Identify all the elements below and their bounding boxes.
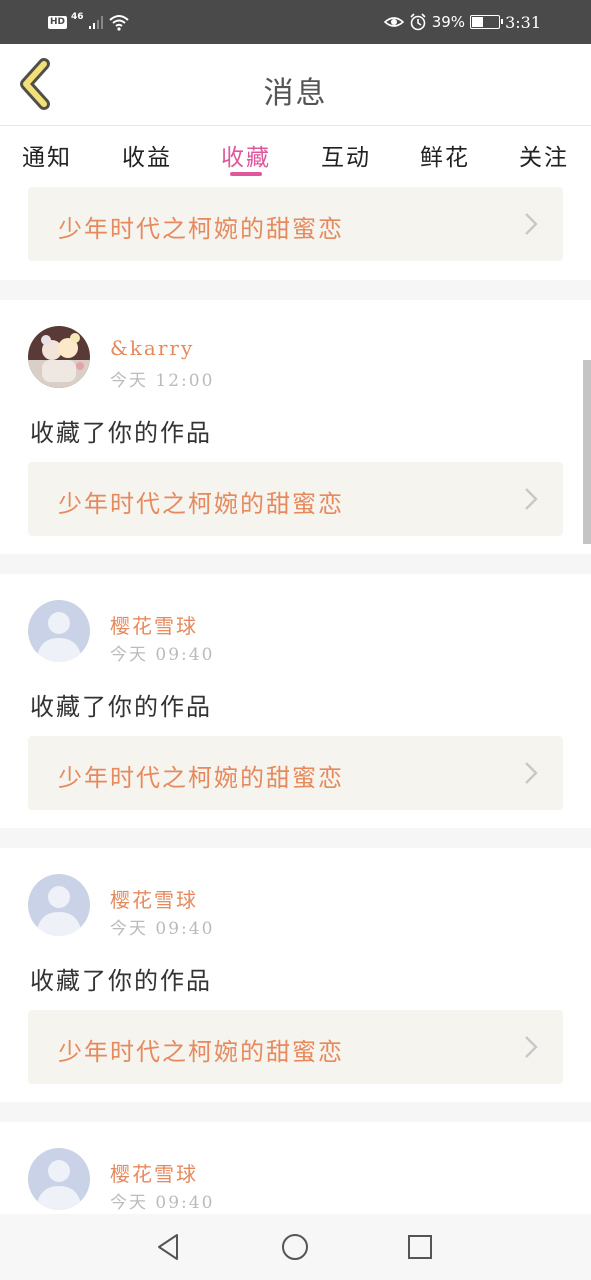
timestamp: 今天 09:40 bbox=[110, 645, 215, 665]
book-title: 少年时代之柯婉的甜蜜恋 bbox=[58, 490, 344, 518]
battery-percent: 39% bbox=[431, 13, 466, 31]
section-divider bbox=[0, 828, 591, 848]
default-user-avatar-icon bbox=[28, 874, 90, 936]
alarm-icon bbox=[410, 13, 426, 31]
username[interactable]: 樱花雪球 bbox=[110, 1158, 198, 1187]
section-divider bbox=[0, 554, 591, 574]
avatar[interactable] bbox=[28, 326, 90, 388]
network-type: 46 bbox=[71, 12, 84, 22]
tab-bar: 通知 收益 收藏 互动 鲜花 关注 bbox=[0, 126, 591, 182]
scrollbar[interactable] bbox=[583, 360, 591, 544]
book-title: 少年时代之柯婉的甜蜜恋 bbox=[58, 215, 344, 243]
page-title: 消息 bbox=[263, 76, 328, 111]
tab-favorites[interactable]: 收藏 bbox=[216, 138, 276, 172]
chevron-right-icon bbox=[525, 488, 538, 510]
chevron-right-icon bbox=[525, 1036, 538, 1058]
avatar[interactable] bbox=[28, 600, 90, 662]
username[interactable]: &karry bbox=[110, 336, 194, 360]
section-divider bbox=[0, 280, 591, 300]
book-link-card[interactable]: 少年时代之柯婉的甜蜜恋 bbox=[28, 187, 563, 261]
eye-icon bbox=[383, 17, 404, 27]
book-title: 少年时代之柯婉的甜蜜恋 bbox=[58, 764, 344, 792]
tab-notice[interactable]: 通知 bbox=[17, 138, 77, 172]
status-left: HD 46 bbox=[48, 12, 130, 32]
section-divider bbox=[0, 1102, 591, 1122]
chevron-right-icon bbox=[525, 762, 538, 784]
timestamp: 今天 09:40 bbox=[110, 1193, 215, 1213]
avatar[interactable] bbox=[28, 1148, 90, 1210]
book-link-card[interactable]: 少年时代之柯婉的甜蜜恋 bbox=[28, 736, 563, 810]
tab-flowers[interactable]: 鲜花 bbox=[415, 138, 475, 172]
status-right: 39% 3:31 bbox=[383, 11, 541, 33]
timestamp: 今天 09:40 bbox=[110, 919, 215, 939]
battery-icon bbox=[470, 15, 504, 29]
default-user-avatar-icon bbox=[28, 1148, 90, 1210]
tab-follow[interactable]: 关注 bbox=[514, 138, 574, 172]
status-bar: HD 46 39% 3:31 bbox=[0, 0, 591, 44]
status-time: 3:31 bbox=[505, 12, 541, 32]
home-circle-icon[interactable] bbox=[278, 1230, 312, 1264]
book-link-card[interactable]: 少年时代之柯婉的甜蜜恋 bbox=[28, 1010, 563, 1084]
signal-icon bbox=[88, 16, 103, 29]
book-title: 少年时代之柯婉的甜蜜恋 bbox=[58, 1038, 344, 1066]
action-text: 收藏了你的作品 bbox=[30, 967, 212, 995]
system-nav-bar bbox=[0, 1214, 591, 1280]
hd-badge: HD bbox=[48, 15, 68, 29]
avatar[interactable] bbox=[28, 874, 90, 936]
username[interactable]: 樱花雪球 bbox=[110, 884, 198, 913]
book-link-card[interactable]: 少年时代之柯婉的甜蜜恋 bbox=[28, 462, 563, 536]
action-text: 收藏了你的作品 bbox=[30, 419, 212, 447]
back-triangle-icon[interactable] bbox=[152, 1230, 186, 1264]
active-tab-indicator bbox=[230, 172, 262, 176]
app-header: 消息 bbox=[0, 44, 591, 126]
timestamp: 今天 12:00 bbox=[110, 371, 215, 391]
chevron-right-icon bbox=[525, 213, 538, 235]
recents-square-icon[interactable] bbox=[403, 1230, 437, 1264]
default-user-avatar-icon bbox=[28, 600, 90, 662]
tab-interaction[interactable]: 互动 bbox=[316, 138, 376, 172]
tab-earnings[interactable]: 收益 bbox=[117, 138, 177, 172]
action-text: 收藏了你的作品 bbox=[30, 693, 212, 721]
wifi-icon bbox=[108, 15, 129, 31]
photo-avatar-icon bbox=[28, 326, 90, 388]
username[interactable]: 樱花雪球 bbox=[110, 610, 198, 639]
battery-level bbox=[472, 17, 483, 27]
message-feed[interactable]: 少年时代之柯婉的甜蜜恋 &karry 今天 12:00 收藏了你的作品 少年时代… bbox=[0, 182, 591, 1214]
